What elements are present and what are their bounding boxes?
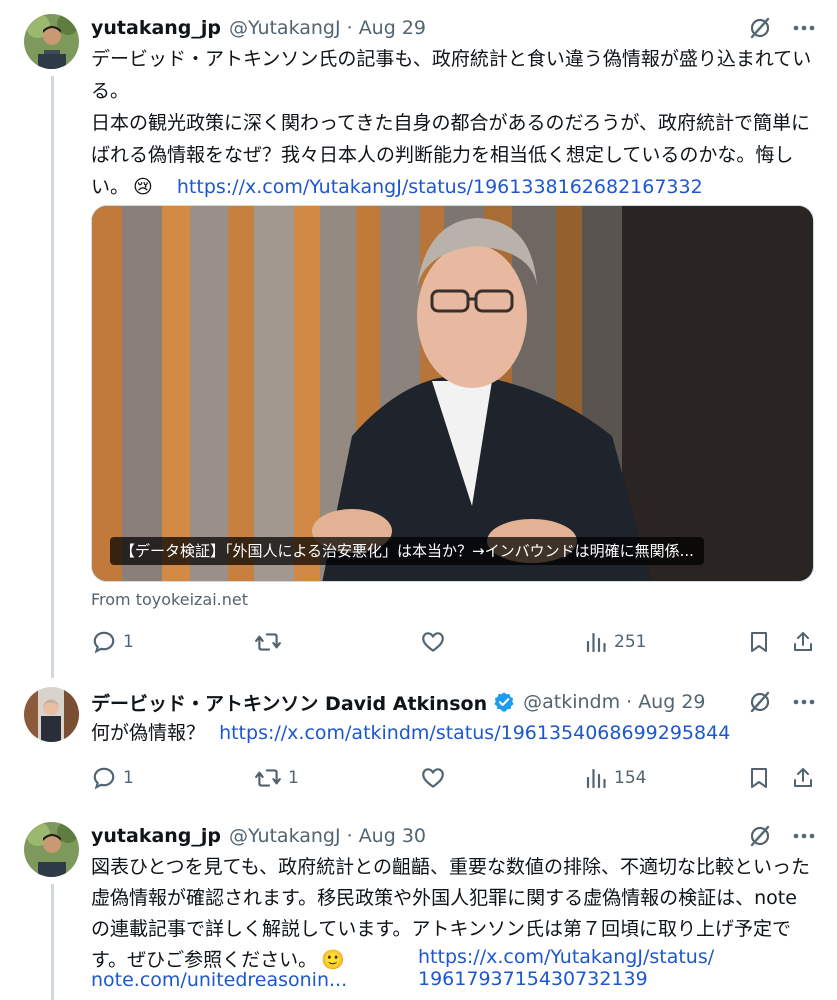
avatar[interactable] bbox=[24, 14, 79, 69]
tweet-text: デービッド・アトキンソン氏の記事も、政府統計と食い違う偽情報が盛り込まれている。… bbox=[91, 43, 813, 203]
author-handle[interactable]: @YutakangJ bbox=[229, 825, 341, 847]
article-photo bbox=[92, 206, 813, 581]
views-button[interactable]: 251 bbox=[584, 627, 646, 657]
avatar[interactable] bbox=[24, 687, 79, 742]
views-count: 154 bbox=[614, 768, 647, 788]
tweet-2[interactable]: デービッド・アトキンソン David Atkinson @atkindm · A… bbox=[0, 680, 837, 816]
retweet-count: 1 bbox=[288, 768, 299, 788]
reply-count: 1 bbox=[123, 768, 134, 788]
tweet-actions: 1 251 bbox=[91, 627, 816, 657]
link-card-source[interactable]: From toyokeizai.net bbox=[91, 590, 248, 609]
grok-icon[interactable] bbox=[747, 823, 773, 849]
views-button[interactable]: 154 bbox=[584, 763, 646, 793]
share-icon bbox=[794, 768, 812, 787]
tweet-1[interactable]: yutakang_jp @YutakangJ · Aug 29 デービッド・アト… bbox=[0, 0, 837, 680]
grok-icon[interactable] bbox=[747, 15, 773, 41]
author-handle[interactable]: @atkindm bbox=[523, 691, 620, 713]
note-link[interactable]: note.com/unitedreasonin... bbox=[91, 966, 347, 994]
bookmark-button[interactable] bbox=[747, 763, 771, 793]
tweet-3[interactable]: yutakang_jp @YutakangJ · Aug 30 図表ひとつを見て… bbox=[0, 816, 837, 1000]
tweet-link[interactable]: https://x.com/atkindm/status/19613540686… bbox=[219, 722, 730, 744]
author-handle[interactable]: @YutakangJ bbox=[229, 17, 341, 39]
reply-button[interactable]: 1 bbox=[91, 763, 134, 793]
more-icon[interactable] bbox=[791, 15, 817, 41]
bookmark-icon bbox=[751, 768, 767, 788]
reply-button[interactable]: 1 bbox=[91, 627, 134, 657]
reply-icon bbox=[93, 767, 115, 790]
reply-icon bbox=[93, 631, 115, 654]
tweet-header: デービッド・アトキンソン David Atkinson @atkindm · A… bbox=[91, 688, 817, 716]
views-count: 251 bbox=[614, 632, 647, 652]
share-button[interactable] bbox=[791, 627, 815, 657]
share-icon bbox=[794, 632, 812, 651]
tweet-text-main: 何が偽情報？ bbox=[91, 722, 206, 744]
tweet-header: yutakang_jp @YutakangJ · Aug 30 bbox=[91, 822, 817, 850]
crying-face-emoji: 😢 bbox=[133, 176, 153, 198]
verified-badge-icon bbox=[493, 691, 515, 713]
retweet-icon bbox=[255, 633, 281, 651]
reply-count: 1 bbox=[123, 632, 134, 652]
more-icon[interactable] bbox=[791, 823, 817, 849]
tweet-actions: 1 1 154 bbox=[91, 763, 816, 793]
tweet-date[interactable]: · Aug 29 bbox=[626, 691, 705, 713]
retweet-icon bbox=[255, 769, 281, 787]
avatar[interactable] bbox=[24, 822, 79, 877]
bookmark-icon bbox=[751, 632, 767, 652]
tweet-date[interactable]: · Aug 29 bbox=[347, 17, 426, 39]
views-icon bbox=[586, 632, 606, 653]
tweet-link-line-2[interactable]: 1961793715430732139 bbox=[418, 968, 714, 990]
like-icon bbox=[422, 632, 444, 652]
tweet-text: 何が偽情報？ https://x.com/atkindm/status/1961… bbox=[91, 717, 813, 749]
share-button[interactable] bbox=[791, 763, 815, 793]
tweet-link[interactable]: https://x.com/YutakangJ/status/ 19617937… bbox=[418, 946, 714, 990]
author-name[interactable]: yutakang_jp bbox=[91, 825, 221, 847]
tweet-link-line-1[interactable]: https://x.com/YutakangJ/status/ bbox=[418, 946, 714, 968]
bookmark-button[interactable] bbox=[747, 627, 771, 657]
author-name[interactable]: デービッド・アトキンソン David Atkinson bbox=[91, 689, 487, 716]
like-button[interactable] bbox=[420, 627, 452, 657]
tweet-date[interactable]: · Aug 30 bbox=[347, 825, 426, 847]
views-icon bbox=[586, 768, 606, 789]
author-name[interactable]: yutakang_jp bbox=[91, 17, 221, 39]
grok-icon[interactable] bbox=[747, 689, 773, 715]
link-card-image[interactable]: 【データ検証】「外国人による治安悪化」は本当か？→インバウンドは明確に無関係..… bbox=[91, 205, 814, 582]
more-icon[interactable] bbox=[791, 689, 817, 715]
tweet-header: yutakang_jp @YutakangJ · Aug 29 bbox=[91, 14, 817, 42]
thread-line bbox=[51, 884, 54, 1000]
retweet-button[interactable] bbox=[254, 627, 288, 657]
like-button[interactable] bbox=[420, 763, 452, 793]
tweet-link[interactable]: https://x.com/YutakangJ/status/196133816… bbox=[177, 176, 703, 198]
link-card-title[interactable]: 【データ検証】「外国人による治安悪化」は本当か？→インバウンドは明確に無関係..… bbox=[110, 537, 704, 565]
like-icon bbox=[422, 768, 444, 788]
retweet-button[interactable]: 1 bbox=[254, 763, 299, 793]
